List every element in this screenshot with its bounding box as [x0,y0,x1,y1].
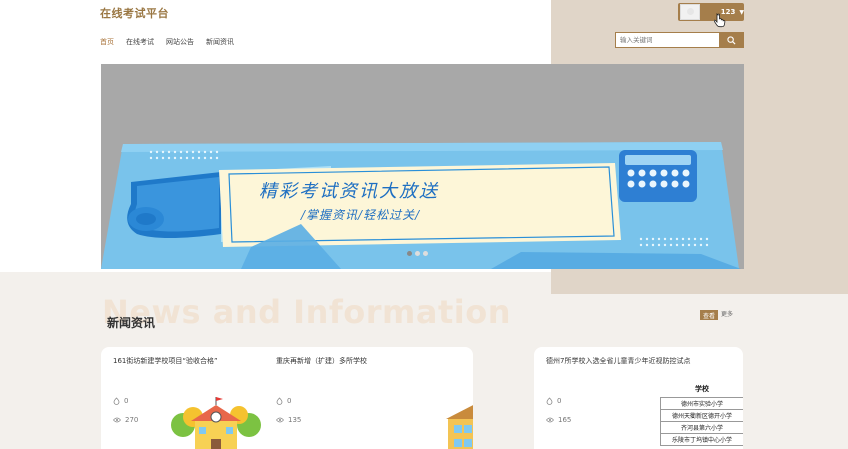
carousel-dot[interactable] [407,251,412,256]
search-button[interactable] [719,32,744,48]
section-title: 新闻资讯 [107,316,156,330]
search-bar [615,32,744,48]
search-icon [727,35,736,45]
section-background-title: News and Information [102,293,511,331]
likes-value: 0 [124,397,129,405]
main-nav: 首页 在线考试 网站公告 新闻资讯 [100,37,234,47]
school-table-image: 学校 德州市实验小学 德州天衢新区德开小学 齐河县第六小学 乐陵市丁坞镇中心小学 [660,384,743,446]
school-table-header: 学校 [695,385,709,393]
news-card-title: 重庆再新增（扩建）多所学校 [276,357,367,365]
eye-icon [113,417,121,423]
nav-item-announcements[interactable]: 网站公告 [166,37,194,47]
news-card-title: 161街坊新建学校项目“验收合格” [113,357,218,365]
views-value: 135 [288,416,302,424]
school-table-row: 德州市实验小学 [660,397,743,409]
like-icon [113,397,120,405]
carousel-indicators [407,251,428,256]
news-card[interactable]: 德州7所学校入选全省儿童青少年近视防控试点 学校 德州市实验小学 德州天衢新区德… [534,347,743,449]
likes-count: 0 [276,397,291,405]
nav-item-news[interactable]: 新闻资讯 [206,37,234,47]
views-count: 165 [546,416,571,424]
school-illustration [446,405,473,449]
chevron-down-icon: ▼ [739,8,744,16]
like-icon [276,397,283,405]
likes-value: 0 [557,397,562,405]
views-count: 135 [276,416,301,424]
eye-icon [546,417,554,423]
banner-carousel[interactable]: 精彩考试资讯大放送 /掌握资讯/轻松过关/ [101,64,744,269]
school-illustration [171,397,261,449]
pointer-cursor-icon [714,13,726,28]
more-link[interactable]: 更多 [721,310,733,320]
likes-count: 0 [113,397,128,405]
likes-value: 0 [287,397,292,405]
views-count: 270 [113,416,138,424]
news-card-title: 德州7所学校入选全省儿童青少年近视防控试点 [546,357,691,365]
views-value: 270 [125,416,139,424]
site-title[interactable]: 在线考试平台 [100,5,169,21]
search-input[interactable] [615,32,719,48]
school-table-row: 德州天衢新区德开小学 [660,409,743,421]
school-table-row: 乐陵市丁坞镇中心小学 [660,433,743,446]
like-icon [546,397,553,405]
carousel-dot[interactable] [415,251,420,256]
user-menu-button[interactable]: 123 ▼ [678,3,744,21]
school-table-row: 齐河县第六小学 [660,421,743,433]
avatar [680,4,700,20]
news-card[interactable]: 重庆再新增（扩建）多所学校 0 135 [264,347,473,449]
view-button[interactable]: 查看 [700,310,718,320]
banner-subtitle: /掌握资讯/轻松过关/ [301,208,421,222]
eye-icon [276,417,284,423]
carousel-dot[interactable] [423,251,428,256]
nav-item-online-exam[interactable]: 在线考试 [126,37,154,47]
banner-image [101,142,741,269]
nav-item-home[interactable]: 首页 [100,37,114,47]
banner-title: 精彩考试资讯大放送 [259,181,439,202]
likes-count: 0 [546,397,561,405]
views-value: 165 [558,416,572,424]
